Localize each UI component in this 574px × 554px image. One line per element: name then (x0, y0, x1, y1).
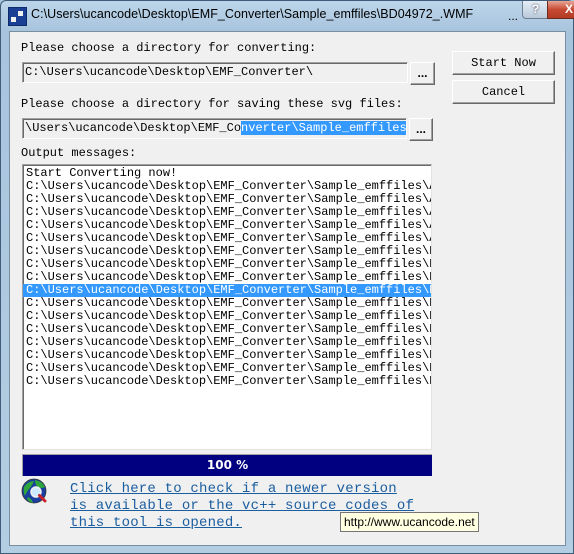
output-message-row[interactable]: C:\Users\ucancode\Desktop\EMF_Converter\… (23, 375, 431, 388)
output-messages-rows: Start Converting now! C:\Users\ucancode\D… (23, 165, 431, 388)
update-link-line[interactable]: Click here to check if a newer version (70, 481, 440, 498)
cancel-button[interactable]: Cancel (452, 80, 555, 104)
output-dir-input[interactable]: \Users\ucancode\Desktop\EMF_Converter\Sa… (22, 118, 407, 139)
output-browse-button[interactable]: ... (409, 118, 433, 141)
title-overflow: ... (508, 9, 519, 23)
app-icon (8, 7, 27, 26)
url-tooltip: http://www.ucancode.net (340, 512, 479, 532)
progress-bar: 100 % (22, 454, 432, 476)
source-dir-input[interactable]: C:\Users\ucancode\Desktop\EMF_Converter\ (22, 62, 408, 83)
dialog-client-area: Please choose a directory for converting… (9, 31, 566, 546)
title-bar[interactable]: C:\Users\ucancode\Desktop\EMF_Converter\… (1, 1, 574, 31)
output-dir-label: Please choose a directory for saving the… (21, 97, 403, 111)
start-now-button[interactable]: Start Now (452, 51, 555, 75)
output-messages-list[interactable]: Start Converting now! C:\Users\ucancode\D… (22, 164, 432, 450)
source-dir-label: Please choose a directory for converting… (21, 41, 317, 55)
close-icon: X (564, 2, 573, 16)
help-button[interactable]: ? (522, 1, 549, 19)
output-dir-selection: nverter\Sample_emffiles\ (241, 121, 406, 135)
close-button[interactable]: X (547, 1, 574, 19)
app-window: C:\Users\ucancode\Desktop\EMF_Converter\… (0, 0, 574, 554)
help-icon: ? (531, 2, 540, 16)
output-messages-label: Output messages: (21, 146, 137, 160)
window-title: C:\Users\ucancode\Desktop\EMF_Converter\… (31, 7, 474, 21)
source-browse-button[interactable]: ... (410, 62, 435, 85)
progress-label: 100 % (206, 458, 249, 472)
globe-search-icon[interactable] (20, 477, 50, 507)
output-dir-text: \Users\ucancode\Desktop\EMF_Co (25, 121, 242, 135)
